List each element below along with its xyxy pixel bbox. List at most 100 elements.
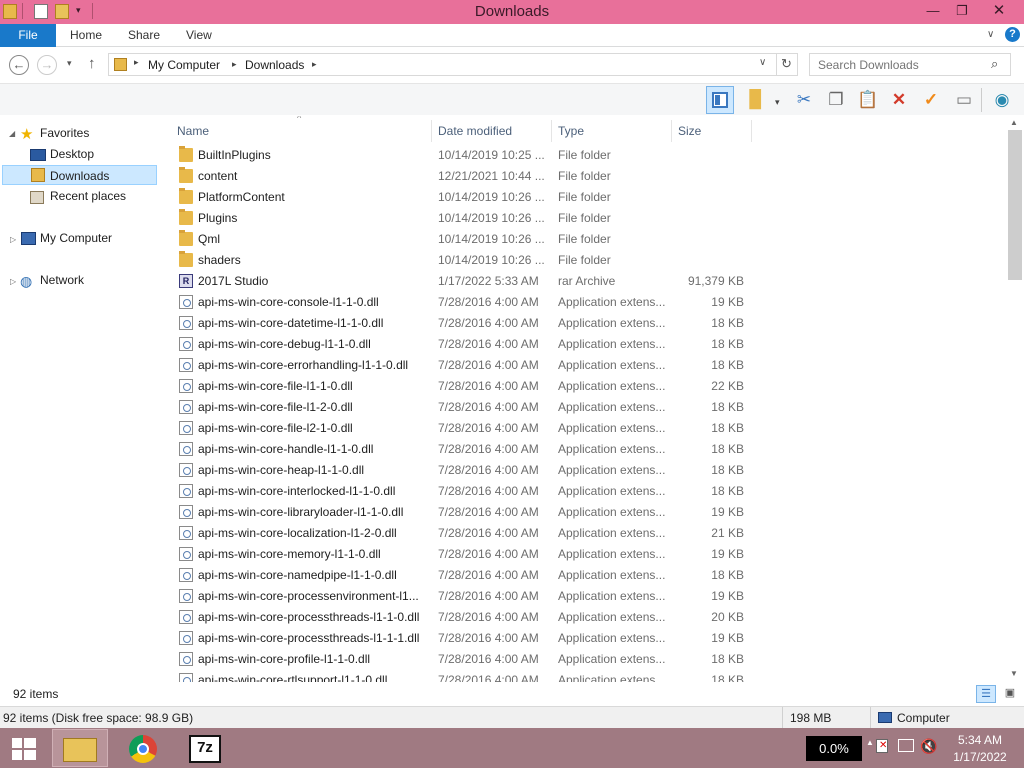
- collapse-favorites-icon[interactable]: ◢: [9, 129, 15, 138]
- star-icon: ★: [20, 126, 34, 143]
- file-row[interactable]: api-ms-win-core-debug-l1-1-0.dll 7/28/201…: [171, 334, 751, 355]
- start-button[interactable]: [0, 729, 50, 767]
- close-button[interactable]: ✕: [976, 0, 1022, 22]
- minimize-button[interactable]: —: [918, 0, 948, 22]
- dll-file-icon: [179, 337, 193, 351]
- file-row[interactable]: api-ms-win-core-rtlsupport-l1-1-0.dll 7/2…: [171, 670, 751, 682]
- file-row[interactable]: api-ms-win-core-memory-l1-1-0.dll 7/28/20…: [171, 544, 751, 565]
- file-name: PlatformContent: [198, 190, 285, 204]
- tab-home[interactable]: Home: [70, 24, 102, 47]
- file-row[interactable]: api-ms-win-core-handle-l1-1-0.dll 7/28/20…: [171, 439, 751, 460]
- recent-locations-icon[interactable]: ▾: [67, 58, 72, 69]
- column-header-date[interactable]: Date modified: [432, 120, 552, 142]
- file-name: api-ms-win-core-file-l1-2-0.dll: [198, 400, 353, 414]
- cpu-meter[interactable]: 0.0%: [806, 736, 862, 761]
- file-row[interactable]: api-ms-win-core-interlocked-l1-1-0.dll 7/…: [171, 481, 751, 502]
- back-button[interactable]: ←: [9, 55, 29, 75]
- help-icon[interactable]: ?: [1005, 27, 1020, 42]
- nav-recent-places[interactable]: Recent places: [50, 186, 126, 206]
- file-row[interactable]: Qml 10/14/2019 10:26 ... File folder: [171, 229, 751, 250]
- folder-options-icon[interactable]: ▉: [744, 88, 768, 112]
- nav-downloads-row[interactable]: Downloads: [2, 165, 157, 185]
- file-row[interactable]: PlatformContent 10/14/2019 10:26 ... File …: [171, 187, 751, 208]
- paste-icon[interactable]: 📋: [856, 88, 880, 112]
- file-name: shaders: [198, 253, 241, 267]
- search-box[interactable]: ⌕: [809, 53, 1011, 76]
- tab-file[interactable]: File: [0, 24, 56, 47]
- copy-icon[interactable]: ❐: [824, 88, 848, 112]
- file-row[interactable]: api-ms-win-core-datetime-l1-1-0.dll 7/28/…: [171, 313, 751, 334]
- file-row[interactable]: api-ms-win-core-file-l2-1-0.dll 7/28/2016…: [171, 418, 751, 439]
- file-row[interactable]: api-ms-win-core-file-l1-1-0.dll 7/28/2016…: [171, 376, 751, 397]
- preview-pane-button[interactable]: [706, 86, 734, 114]
- cut-icon[interactable]: ✂: [792, 88, 816, 112]
- nav-network[interactable]: Network: [40, 270, 84, 290]
- nav-desktop[interactable]: Desktop: [50, 144, 94, 164]
- dll-file-icon: [179, 379, 193, 393]
- clock-date[interactable]: 1/17/2022: [946, 750, 1014, 764]
- expand-network-icon[interactable]: ▷: [10, 277, 16, 286]
- column-header-size[interactable]: Size: [672, 120, 752, 142]
- search-icon[interactable]: ⌕: [991, 56, 998, 72]
- taskbar-7zip[interactable]: 7z: [178, 729, 234, 767]
- nav-my-computer[interactable]: My Computer: [40, 228, 112, 248]
- scroll-down-icon[interactable]: ▼: [1010, 669, 1018, 678]
- network-tray-icon[interactable]: [898, 739, 914, 752]
- restore-button[interactable]: ❐: [948, 0, 976, 22]
- show-hidden-icons[interactable]: ▲: [866, 738, 874, 747]
- search-input[interactable]: [818, 58, 988, 72]
- scrollbar-thumb[interactable]: [1008, 130, 1022, 280]
- taskbar-chrome[interactable]: [116, 729, 172, 767]
- file-row[interactable]: api-ms-win-core-console-l1-1-0.dll 7/28/2…: [171, 292, 751, 313]
- file-row[interactable]: api-ms-win-core-libraryloader-l1-1-0.dll…: [171, 502, 751, 523]
- folder-options-dropdown-icon[interactable]: ▾: [775, 97, 780, 108]
- network-globe-icon[interactable]: ◉: [990, 88, 1014, 112]
- file-row[interactable]: api-ms-win-core-localization-l1-2-0.dll 7…: [171, 523, 751, 544]
- expand-my-computer-icon[interactable]: ▷: [10, 235, 16, 244]
- file-row[interactable]: content 12/21/2021 10:44 ... File folder: [171, 166, 751, 187]
- address-bar[interactable]: ▸ My Computer ▸ Downloads ▸ ∨ ↻: [108, 53, 798, 76]
- file-row[interactable]: api-ms-win-core-processthreads-l1-1-0.dl…: [171, 607, 751, 628]
- tab-share[interactable]: Share: [128, 24, 160, 47]
- action-center-icon[interactable]: ✕: [876, 739, 888, 753]
- clock-time[interactable]: 5:34 AM: [946, 733, 1014, 747]
- volume-muted-icon[interactable]: 🔇: [920, 738, 937, 755]
- file-row[interactable]: api-ms-win-core-errorhandling-l1-1-0.dll…: [171, 355, 751, 376]
- file-row[interactable]: Plugins 10/14/2019 10:26 ... File folder: [171, 208, 751, 229]
- column-header-type[interactable]: Type: [552, 120, 672, 142]
- nav-downloads[interactable]: Downloads: [50, 166, 109, 186]
- vertical-scrollbar[interactable]: ▲ ▼: [1006, 116, 1024, 682]
- file-name: 2017L Studio: [198, 274, 269, 288]
- scroll-up-icon[interactable]: ▲: [1010, 118, 1018, 127]
- rename-icon[interactable]: ▭: [952, 88, 976, 112]
- forward-button[interactable]: →: [37, 55, 57, 75]
- file-size: 18 KB: [711, 484, 744, 498]
- file-row[interactable]: shaders 10/14/2019 10:26 ... File folder: [171, 250, 751, 271]
- file-row[interactable]: R 2017L Studio 1/17/2022 5:33 AM rar Archiv…: [171, 271, 751, 292]
- delete-icon[interactable]: ✕: [887, 88, 911, 112]
- file-row[interactable]: api-ms-win-core-file-l1-2-0.dll 7/28/2016…: [171, 397, 751, 418]
- taskbar-file-explorer[interactable]: [52, 729, 108, 767]
- file-name: api-ms-win-core-profile-l1-1-0.dll: [198, 652, 371, 666]
- address-dropdown-icon[interactable]: ∨: [759, 57, 766, 68]
- file-row[interactable]: BuiltInPlugins 10/14/2019 10:25 ... File f…: [171, 145, 751, 166]
- breadcrumb-downloads[interactable]: Downloads: [245, 58, 304, 72]
- file-row[interactable]: api-ms-win-core-processthreads-l1-1-1.dl…: [171, 628, 751, 649]
- tab-view[interactable]: View: [186, 24, 212, 47]
- large-icons-view-icon[interactable]: ▣: [1000, 685, 1020, 703]
- expand-ribbon-icon[interactable]: ∨: [987, 29, 994, 40]
- file-row[interactable]: api-ms-win-core-heap-l1-1-0.dll 7/28/2016…: [171, 460, 751, 481]
- file-row[interactable]: api-ms-win-core-processenvironment-l1...…: [171, 586, 751, 607]
- file-row[interactable]: api-ms-win-core-namedpipe-l1-1-0.dll 7/28…: [171, 565, 751, 586]
- column-header-name[interactable]: Name: [171, 120, 432, 142]
- breadcrumb-my-computer[interactable]: My Computer: [148, 58, 220, 72]
- file-row[interactable]: api-ms-win-core-profile-l1-1-0.dll 7/28/2…: [171, 649, 751, 670]
- refresh-icon[interactable]: ↻: [781, 56, 792, 72]
- up-arrow-icon[interactable]: ↑: [88, 55, 96, 72]
- nav-favorites[interactable]: Favorites: [40, 123, 89, 143]
- file-date: 7/28/2016 4:00 AM: [438, 673, 539, 682]
- details-view-icon[interactable]: ☰: [976, 685, 996, 703]
- file-size: 19 KB: [711, 547, 744, 561]
- checkmark-icon[interactable]: ✓: [919, 88, 943, 112]
- file-type: Application extens...: [558, 673, 666, 682]
